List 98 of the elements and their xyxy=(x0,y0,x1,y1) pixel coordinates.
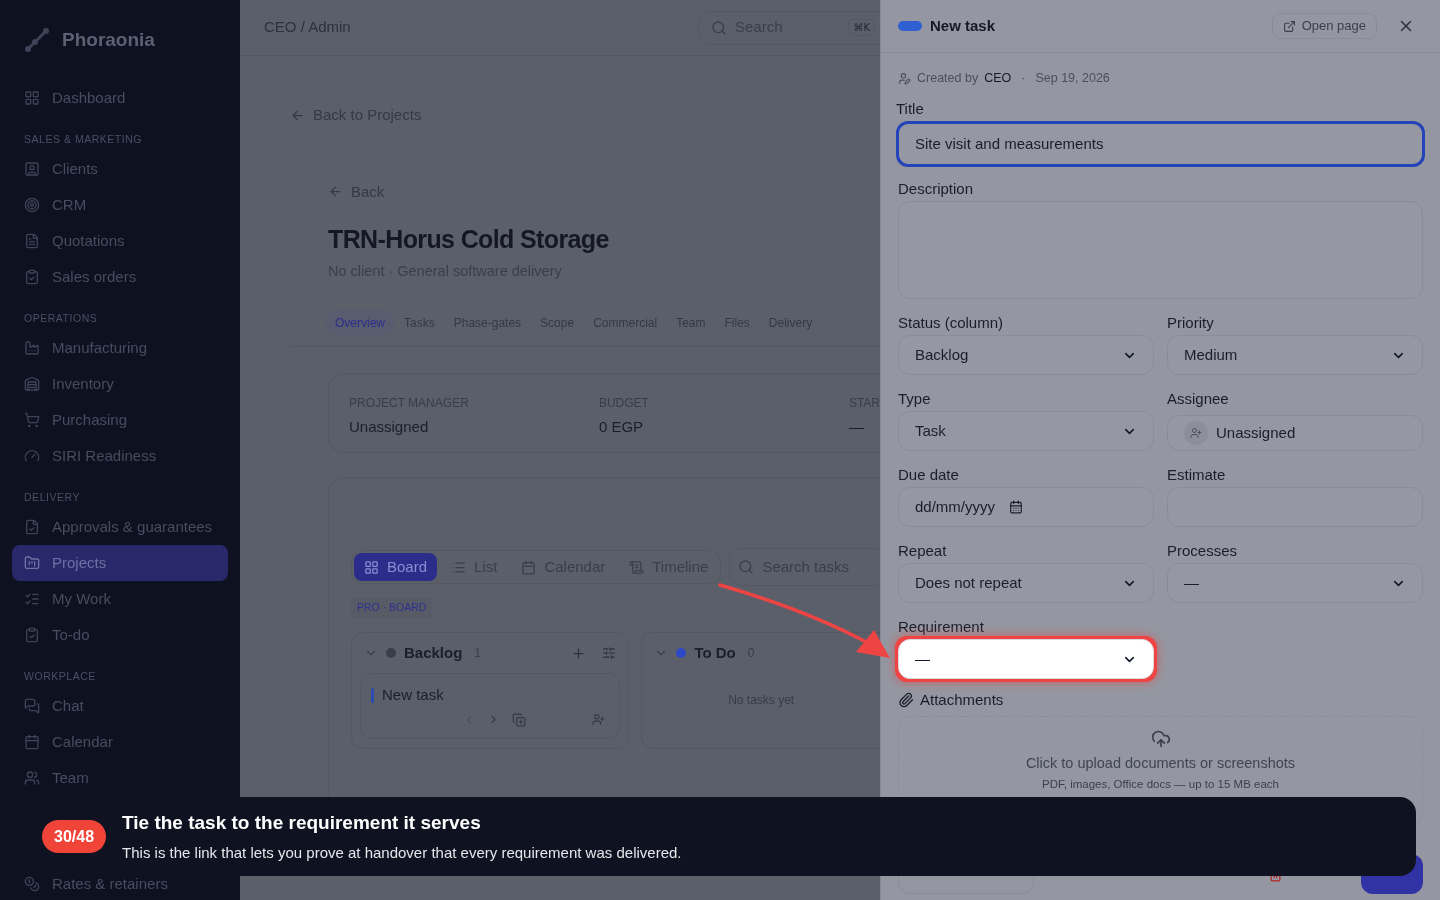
document-check-icon xyxy=(24,519,40,535)
drawer-title: New task xyxy=(930,15,996,36)
copy-icon[interactable] xyxy=(512,712,526,727)
created-date: Sep 19, 2026 xyxy=(1035,69,1110,87)
target-icon xyxy=(24,197,40,213)
sidebar-item[interactable]: Rates & retainers xyxy=(12,866,228,900)
sidebar-item[interactable]: Sales orders xyxy=(12,259,228,295)
author-name: CEO xyxy=(984,69,1012,87)
folder-icon xyxy=(24,555,40,571)
coins-icon xyxy=(24,876,40,892)
grid-icon xyxy=(24,90,40,106)
cart-icon xyxy=(24,412,40,428)
column-title: Backlog xyxy=(404,642,463,663)
separator: · xyxy=(1021,69,1026,87)
users-icon xyxy=(24,770,40,786)
calendar-icon xyxy=(521,559,537,575)
select-field[interactable]: Backlog xyxy=(898,335,1154,375)
select-field[interactable]: Task xyxy=(898,411,1154,451)
summary-value: Unassigned xyxy=(349,417,430,438)
section-heading: DELIVERY xyxy=(23,491,81,503)
clipboard-icon xyxy=(24,627,40,643)
sidebar-item[interactable]: Calendar xyxy=(12,724,228,760)
select-field[interactable]: Medium xyxy=(1167,335,1423,375)
summary-value: — xyxy=(848,417,865,438)
sidebar-item[interactable]: Inventory xyxy=(12,366,228,402)
tour-title: Tie the task to the requirement it serves xyxy=(122,811,482,835)
field-label: Priority xyxy=(1167,315,1215,331)
sidebar-item[interactable]: Projects xyxy=(12,545,228,581)
tour-body: This is the link that lets you prove at handover that every requirement was delivered. xyxy=(122,842,682,863)
input-field[interactable]: Site visit and measurements xyxy=(896,121,1425,167)
field-label: Estimate xyxy=(1167,467,1227,483)
field-label: Repeat xyxy=(898,543,948,559)
upload-hint: PDF, images, Office docs — up to 15 MB each xyxy=(1042,776,1279,791)
search-icon xyxy=(711,19,727,36)
card-title: New task xyxy=(382,685,444,705)
sidebar-item[interactable]: To-do xyxy=(12,617,228,653)
checklist-icon xyxy=(24,591,40,607)
task-card[interactable]: New task xyxy=(360,673,621,739)
created-by-text: Created by xyxy=(917,69,979,87)
add-person-icon xyxy=(1184,421,1208,445)
grid-icon xyxy=(364,559,379,575)
chat-icon xyxy=(24,698,40,714)
summary-value: 0 EGP xyxy=(598,417,645,438)
date-field[interactable]: dd/mm/yyyy xyxy=(898,487,1154,527)
sidebar-item[interactable]: CRM xyxy=(12,187,228,223)
sidebar-item[interactable]: My Work xyxy=(12,581,228,617)
sidebar-item[interactable]: Manufacturing xyxy=(12,330,228,366)
sidebar-item[interactable]: Chat xyxy=(12,688,228,724)
assignee-field[interactable]: Unassigned xyxy=(1167,415,1423,451)
brand-name: Phoraonia xyxy=(62,27,155,52)
sidebar-item[interactable]: Dashboard xyxy=(12,80,228,116)
sidebar-item[interactable]: Clients xyxy=(12,151,228,187)
user-icon xyxy=(898,71,911,85)
factory-icon xyxy=(24,340,40,356)
filter-icon[interactable] xyxy=(602,646,617,660)
list-icon xyxy=(451,559,467,575)
upload-text: Click to upload documents or screenshots xyxy=(1025,754,1296,773)
paperclip-icon xyxy=(898,692,914,708)
view-tab[interactable]: Board xyxy=(354,553,438,582)
sidebar-item[interactable]: Purchasing xyxy=(12,402,228,438)
search-icon xyxy=(738,559,755,576)
section-heading: WORKPLACE xyxy=(23,670,97,682)
project-title: TRN-Horus Cold Storage xyxy=(328,224,610,255)
field-label: Status (column) xyxy=(898,315,1005,331)
sidebar-item[interactable]: Approvals & guarantees xyxy=(12,509,228,545)
sidebar-item[interactable]: SIRI Readiness xyxy=(12,438,228,474)
column-title: To Do xyxy=(694,642,736,663)
sidebar-item[interactable]: Team xyxy=(12,760,228,796)
section-heading: OPERATIONS xyxy=(23,312,99,324)
document-lines-icon xyxy=(629,559,645,575)
calendar-icon xyxy=(24,734,40,750)
clipboard-icon xyxy=(24,269,40,285)
attachments-label: Attachments xyxy=(920,689,1004,710)
logo-icon xyxy=(24,27,50,53)
field-label: Processes xyxy=(1167,543,1239,559)
step-counter: 30/48 xyxy=(42,820,107,853)
warehouse-icon xyxy=(24,376,40,392)
external-link-icon xyxy=(1282,19,1296,33)
field-label: Assignee xyxy=(1167,391,1230,407)
field-label: Requirement xyxy=(898,619,985,635)
field-label: Title xyxy=(896,101,925,117)
contact-icon xyxy=(24,161,40,177)
select-field[interactable]: — xyxy=(1167,563,1423,603)
calendar-icon xyxy=(1009,500,1023,514)
add-icon[interactable] xyxy=(571,645,587,661)
gauge-icon xyxy=(24,448,40,464)
field-label: Due date xyxy=(898,467,960,483)
priority-bar xyxy=(371,687,374,703)
field-label: Type xyxy=(898,391,932,407)
select-field[interactable]: Does not repeat xyxy=(898,563,1154,603)
sidebar-item[interactable]: Quotations xyxy=(12,223,228,259)
upload-icon xyxy=(1150,729,1171,749)
field-label: Description xyxy=(898,181,975,197)
select-field[interactable]: — xyxy=(898,639,1154,679)
section-heading: SALES & MARKETING xyxy=(23,133,144,145)
add-person-icon[interactable] xyxy=(592,713,606,726)
document-icon xyxy=(24,233,40,249)
open-page-button[interactable]: Open page xyxy=(1271,13,1377,39)
